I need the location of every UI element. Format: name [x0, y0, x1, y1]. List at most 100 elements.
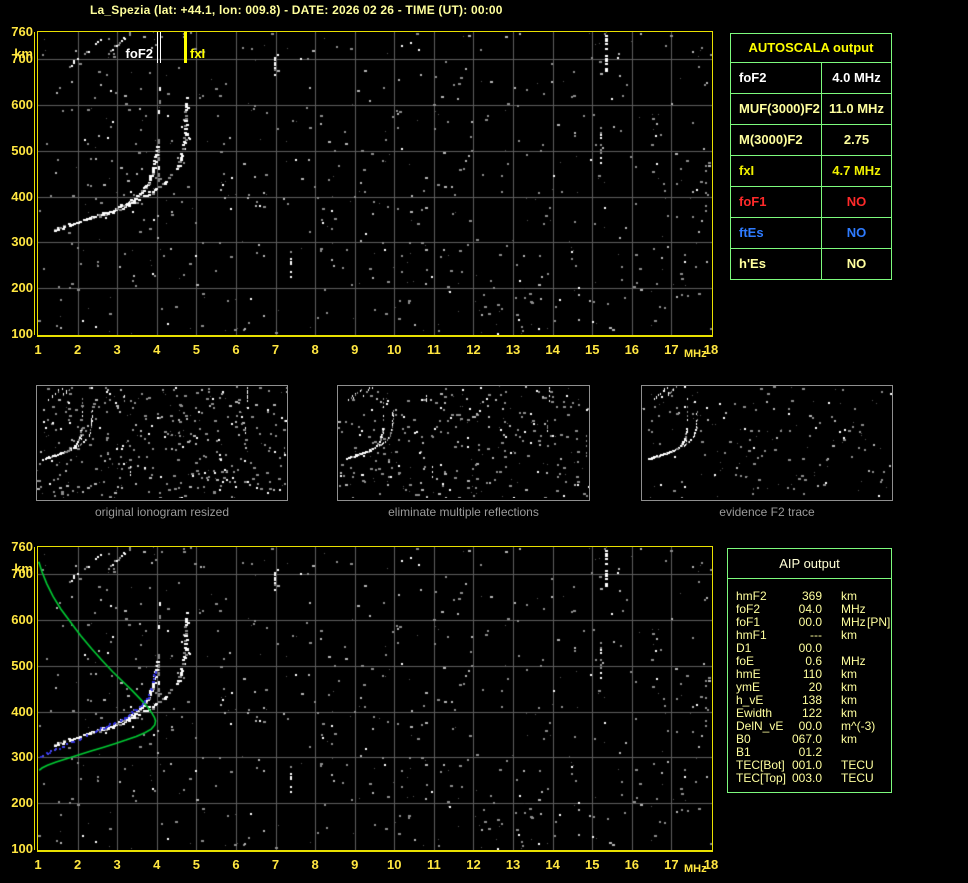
parameter-value: NO [846, 256, 867, 271]
x-tick-label: 6 [232, 342, 240, 357]
x-tick-label: 16 [624, 857, 640, 872]
x-tick-label: 12 [466, 857, 481, 872]
x-tick-label: 15 [585, 342, 600, 357]
y-tick-label: 700 [11, 51, 33, 67]
thumbnail-caption: eliminate multiple reflections [388, 505, 539, 519]
x-tick-label: 9 [351, 857, 359, 872]
aip-row-tectop: TEC[Top] 003.0 TECU [728, 772, 891, 785]
parameter-value: 003.0 [791, 771, 822, 785]
thumbnail-canvas [642, 386, 892, 498]
y-tick-label: 700 [11, 566, 33, 582]
x-tick-label: 8 [311, 342, 319, 357]
autoscala-output-table: AUTOSCALA output foF2 4.0 MHz MUF(3000)F2 1… [730, 33, 892, 280]
parameter-unit: km [841, 628, 857, 642]
x-tick-label: 13 [505, 342, 521, 357]
thumbnail-canvas [37, 386, 287, 498]
aip-table-header: AIP output [728, 549, 891, 579]
foF2-marker-label: foF2 [125, 46, 153, 61]
x-tick-label: 1 [34, 857, 42, 872]
y-tick-label: 400 [11, 188, 33, 204]
bottom-ionogram-plot [34, 546, 713, 852]
parameter-label: fxI [731, 156, 822, 186]
y-tick-label: 400 [11, 703, 33, 719]
thumbnail-caption: evidence F2 trace [719, 505, 815, 519]
bottom-ionogram-canvas [38, 547, 712, 850]
x-tick-label: 11 [427, 342, 441, 357]
parameter-unit: km [841, 732, 857, 746]
foF2-marker-line [160, 32, 161, 63]
x-tick-label: 1 [34, 342, 42, 357]
parameter-value: NO [846, 194, 867, 209]
autoscala-app-window: { "title": "La_Spezia (lat: +44.1, lon: … [0, 0, 968, 883]
autoscala-row-fof1: foF1 NO [731, 187, 891, 218]
x-tick-label: 2 [73, 857, 82, 872]
x-tick-label: 7 [271, 857, 280, 872]
x-tick-label: 17 [664, 857, 679, 872]
x-tick-label: 14 [545, 342, 560, 357]
y-tick-label: 200 [11, 280, 33, 296]
thumbnail-caption: original ionogram resized [94, 505, 230, 519]
x-tick-label: 5 [192, 342, 200, 357]
parameter-label: ftEs [731, 218, 822, 248]
parameter-flag: [PN] [867, 615, 891, 629]
x-axis-unit-label: MHz [684, 348, 707, 360]
x-tick-label: 3 [113, 342, 121, 357]
y-tick-label: 600 [11, 612, 33, 628]
parameter-unit: TECU [841, 771, 874, 785]
station-title: La_Spezia (lat: +44.1, lon: 009.8) - DAT… [90, 3, 503, 17]
foF2-marker-line [157, 32, 158, 63]
parameter-value: NO [846, 225, 867, 240]
fxI-marker-label: fxI [190, 46, 206, 61]
thumbnail-3 [641, 385, 893, 501]
parameter-value: 4.0 MHz [832, 70, 881, 85]
parameter-label: h'Es [731, 249, 822, 279]
y-tick-label: 500 [11, 142, 33, 158]
parameter-label: MUF(3000)F2 [731, 94, 822, 124]
y-tick-label: 100 [11, 326, 33, 341]
parameter-label: foF2 [731, 63, 822, 93]
autoscala-row-fof2: foF2 4.0 MHz [731, 63, 891, 94]
y-tick-label: 300 [11, 234, 33, 250]
x-tick-label: 17 [664, 342, 679, 357]
x-tick-label: 15 [585, 857, 600, 872]
y-tick-label: 200 [11, 795, 33, 811]
x-tick-label: 12 [466, 342, 481, 357]
x-tick-label: 2 [73, 342, 82, 357]
autoscala-row-hes: h'Es NO [731, 249, 891, 279]
thumbnail-canvas [338, 386, 589, 498]
y-tick-label: 760 [11, 24, 33, 39]
parameter-label: TEC[Top] [736, 771, 787, 785]
y-tick-label: 600 [11, 97, 33, 113]
parameter-value: 4.7 MHz [832, 163, 881, 178]
parameter-label: M(3000)F2 [731, 125, 822, 155]
autoscala-row-muf3000f2: MUF(3000)F2 11.0 MHz [731, 94, 891, 125]
x-tick-label: 10 [387, 342, 402, 357]
y-tick-label: 100 [11, 841, 33, 856]
x-tick-label: 10 [387, 857, 402, 872]
y-tick-label: 760 [11, 539, 33, 554]
x-tick-label: 14 [545, 857, 560, 872]
x-axis-unit-label: MHz [684, 863, 707, 875]
x-tick-label: 3 [113, 857, 121, 872]
parameter-value: 11.0 MHz [829, 101, 884, 116]
x-tick-label: 4 [153, 342, 161, 357]
x-tick-label: 7 [271, 342, 280, 357]
x-tick-label: 9 [351, 342, 359, 357]
autoscala-row-m3000f2: M(3000)F2 2.75 [731, 125, 891, 156]
top-plot-left-axis-line [34, 32, 35, 335]
x-tick-label: 16 [624, 342, 640, 357]
thumbnail-2 [337, 385, 590, 501]
autoscala-row-ftes: ftEs NO [731, 218, 891, 249]
x-tick-label: 8 [311, 857, 319, 872]
top-ionogram-canvas [38, 32, 712, 335]
autoscala-table-header: AUTOSCALA output [731, 34, 891, 63]
x-tick-label: 5 [192, 857, 200, 872]
x-tick-label: 11 [427, 857, 441, 872]
x-tick-label: 13 [505, 857, 521, 872]
parameter-label: foF1 [731, 187, 822, 217]
autoscala-row-fxi: fxI 4.7 MHz [731, 156, 891, 187]
y-tick-label: 500 [11, 657, 33, 673]
aip-output-table: AIP output hmF2 369 km foF2 04.0 MHz foF1 00.0 M… [727, 548, 892, 793]
x-tick-label: 6 [232, 857, 240, 872]
top-ionogram-plot: foF2 fxI [34, 31, 713, 337]
